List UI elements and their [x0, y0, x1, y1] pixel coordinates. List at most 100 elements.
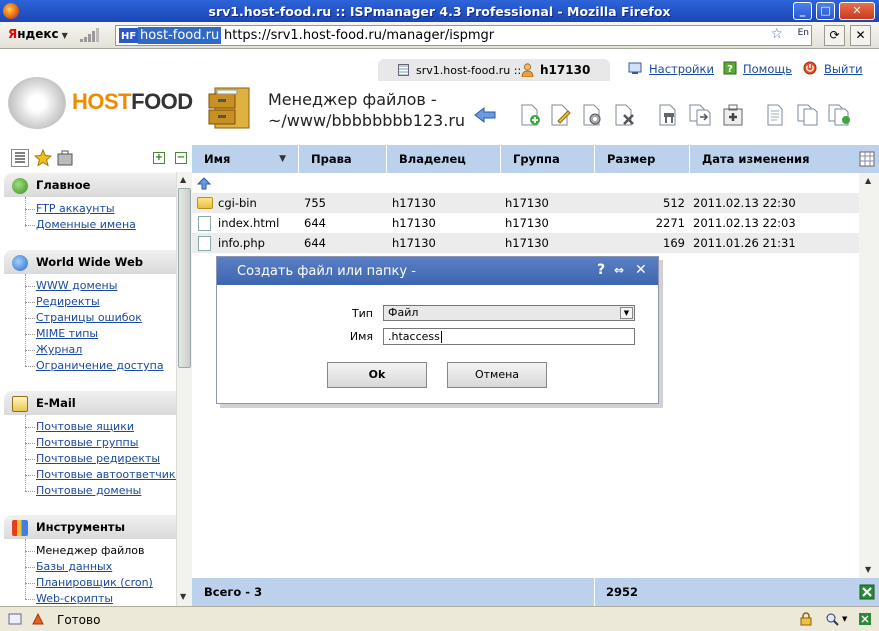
dialog-header[interactable]: Создать файл или папку - ? ⇔ ✕	[217, 257, 658, 285]
favorites-star-icon[interactable]	[33, 148, 53, 167]
column-header-group[interactable]: Группа	[501, 145, 595, 173]
sidebar-item-ftp-accounts[interactable]: FTP аккаунты	[36, 202, 115, 215]
toolbox-icon[interactable]	[56, 149, 74, 167]
dialog-help-icon[interactable]: ?	[597, 262, 605, 278]
file-name[interactable]: cgi-bin	[218, 196, 257, 210]
file-name[interactable]: index.html	[218, 216, 279, 230]
sidebar-item-mail-redirects[interactable]: Почтовые редиректы	[36, 452, 160, 465]
dialog-expand-icon[interactable]: ⇔	[614, 263, 624, 277]
scroll-down-arrow-icon[interactable]: ▼	[865, 565, 871, 574]
bookmark-star-icon[interactable]: ☆	[770, 26, 783, 42]
file-name[interactable]: info.php	[218, 236, 265, 250]
settings-icon[interactable]	[628, 61, 642, 75]
parent-directory-row[interactable]	[192, 173, 859, 193]
cancel-button[interactable]: Отмена	[447, 362, 547, 388]
collapse-all-icon[interactable]: −	[175, 152, 187, 164]
stop-button[interactable]: ✕	[850, 25, 871, 46]
logout-link[interactable]: Выйти	[824, 62, 863, 76]
sidebar-item-domain-names[interactable]: Доменные имена	[36, 218, 136, 231]
table-row[interactable]: index.html 644 h17130 h17130 2271 2011.0…	[192, 213, 859, 233]
archive-icon[interactable]	[721, 103, 745, 127]
site-domain[interactable]: host-food.ru	[138, 27, 222, 44]
table-row[interactable]: info.php 644 h17130 h17130 169 2011.01.2…	[192, 233, 859, 253]
site-identity-badge[interactable]: HF	[118, 27, 140, 44]
sidebar-item-cron[interactable]: Планировщик (cron)	[36, 576, 153, 589]
yandex-menu[interactable]: Яндекс ▼	[8, 27, 68, 41]
sidebar-section-www[interactable]: World Wide Web	[4, 250, 176, 274]
type-select[interactable]: Файл ▼	[383, 305, 635, 321]
sidebar-section-tools[interactable]: Инструменты	[4, 515, 176, 539]
total-count: Всего - 3	[204, 585, 263, 599]
table-row[interactable]: cgi-bin 755 h17130 h17130 512 2011.02.13…	[192, 193, 859, 213]
sidebar-item-redirects[interactable]: Редиректы	[36, 295, 100, 308]
column-header-perms[interactable]: Права	[299, 145, 387, 173]
zoom-icon[interactable]	[825, 612, 839, 626]
sidebar-section-email[interactable]: E-Mail	[4, 391, 176, 415]
sidebar-item-access-restriction[interactable]: Ограничение доступа	[36, 359, 164, 372]
edit-file-icon[interactable]	[548, 103, 572, 127]
signal-icon[interactable]	[80, 28, 102, 42]
sidebar-item-databases[interactable]: Базы данных	[36, 560, 112, 573]
delete-file-icon[interactable]	[612, 103, 636, 127]
logout-icon[interactable]	[803, 61, 817, 75]
scroll-down-arrow-icon[interactable]: ▼	[180, 592, 186, 601]
sidebar-item-log[interactable]: Журнал	[36, 343, 82, 356]
copy-icon[interactable]	[764, 103, 788, 127]
new-file-icon[interactable]	[518, 103, 542, 127]
excel-icon[interactable]	[858, 612, 872, 626]
minimize-button[interactable]: _	[793, 2, 812, 20]
sidebar-item-mailboxes[interactable]: Почтовые ящики	[36, 420, 134, 433]
sidebar-section-main[interactable]: Главное	[4, 173, 176, 197]
list-view-icon[interactable]	[11, 149, 29, 167]
help-icon[interactable]: ?	[723, 61, 737, 75]
up-directory-icon[interactable]	[196, 175, 212, 191]
scroll-up-arrow-icon[interactable]: ▲	[865, 176, 871, 185]
column-header-date[interactable]: Дата изменения	[690, 145, 859, 173]
ok-button[interactable]: Ok	[327, 362, 427, 388]
language-indicator[interactable]: En	[798, 28, 809, 38]
sidebar-section-label: Инструменты	[36, 520, 125, 534]
scroll-up-arrow-icon[interactable]: ▲	[180, 175, 186, 184]
name-input[interactable]: .htaccess	[383, 328, 635, 345]
user-info-bar: srv1.host-food.ru :: h17130	[378, 59, 610, 81]
column-header-name[interactable]: Имя ▼	[192, 145, 299, 173]
sidebar-item-autoresponders[interactable]: Почтовые автоответчики	[36, 468, 176, 481]
table-scrollbar[interactable]: ▲ ▼	[859, 173, 879, 606]
expand-all-icon[interactable]: +	[153, 152, 165, 164]
hostfood-logo[interactable]: HOSTFOOD	[8, 77, 193, 129]
page-status-icon[interactable]	[8, 612, 22, 626]
chevron-down-icon[interactable]: ▼	[620, 307, 633, 319]
maximize-button[interactable]: □	[816, 2, 835, 20]
column-header-owner[interactable]: Владелец	[387, 145, 501, 173]
excel-export-icon[interactable]	[859, 584, 875, 600]
settings-link[interactable]: Настройки	[649, 62, 714, 76]
sidebar-scrollbar[interactable]: ▲ ▼	[176, 172, 192, 606]
move-file-icon[interactable]	[688, 103, 712, 127]
sidebar-item-web-scripts[interactable]: Web-скрипты	[36, 592, 113, 605]
sidebar-item-mail-groups[interactable]: Почтовые группы	[36, 436, 138, 449]
file-settings-icon[interactable]	[580, 103, 604, 127]
refresh-button[interactable]: ⟳	[824, 25, 845, 46]
sidebar-item-mime-types[interactable]: MIME типы	[36, 327, 98, 340]
duplicate-icon[interactable]	[796, 103, 820, 127]
file-perms: 644	[304, 216, 326, 230]
permissions-icon[interactable]	[656, 103, 680, 127]
dialog-close-icon[interactable]: ✕	[635, 262, 647, 278]
sidebar-menu: Главное FTP аккаунты Доменные имена Worl…	[0, 172, 176, 606]
sidebar-item-file-manager[interactable]: Менеджер файлов	[36, 544, 145, 557]
paste-file-icon[interactable]	[827, 103, 851, 127]
sidebar-scroll-thumb[interactable]	[178, 188, 191, 368]
column-header-size[interactable]: Размер	[595, 145, 690, 173]
table-settings-icon[interactable]	[859, 151, 875, 167]
back-arrow-icon[interactable]	[473, 103, 497, 127]
addon-icon[interactable]	[31, 612, 45, 626]
sidebar-item-mail-domains[interactable]: Почтовые домены	[36, 484, 141, 497]
url-text[interactable]: https://srv1.host-food.ru/manager/ispmgr	[224, 27, 494, 44]
sidebar-item-error-pages[interactable]: Страницы ошибок	[36, 311, 142, 324]
help-link[interactable]: Помощь	[743, 62, 792, 76]
close-window-button[interactable]: ✕	[839, 2, 875, 20]
lock-icon[interactable]	[799, 612, 813, 626]
sidebar-item-www-domains[interactable]: WWW домены	[36, 279, 117, 292]
address-bar[interactable]: HF host-food.ru https://srv1.host-food.r…	[115, 25, 812, 46]
chevron-down-icon[interactable]: ▼	[842, 615, 847, 623]
